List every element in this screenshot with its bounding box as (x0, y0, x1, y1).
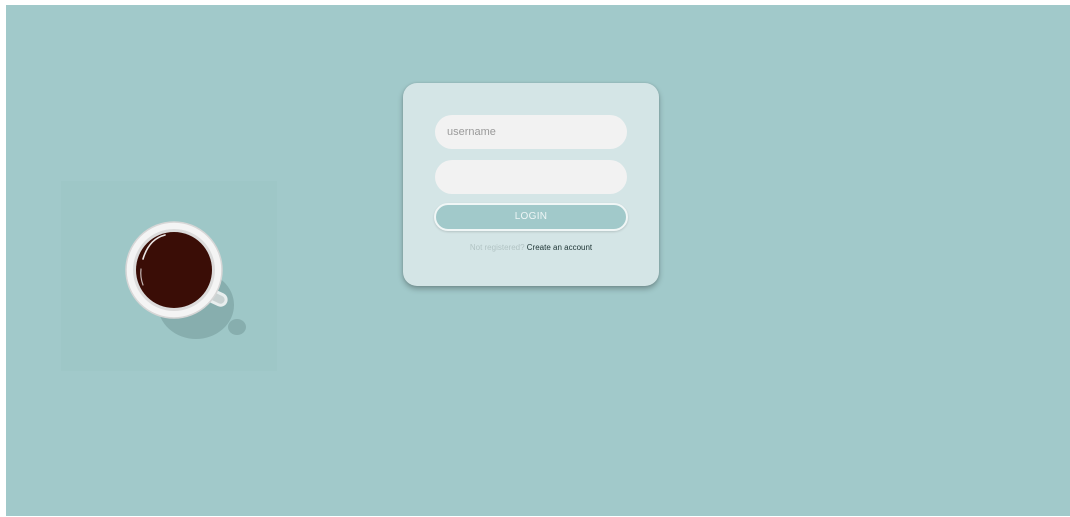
login-card: LOGIN Not registered? Create an account (403, 83, 659, 286)
coffee-decoration (61, 181, 277, 371)
username-input[interactable] (435, 115, 627, 149)
coffee-cup-icon (125, 221, 246, 339)
password-input[interactable] (435, 160, 627, 194)
create-account-link[interactable]: Create an account (527, 243, 592, 252)
register-prompt: Not registered? Create an account (403, 243, 659, 252)
login-button[interactable]: LOGIN (434, 203, 628, 231)
not-registered-text: Not registered? (469, 243, 525, 252)
page-background: LOGIN Not registered? Create an account (6, 5, 1070, 516)
